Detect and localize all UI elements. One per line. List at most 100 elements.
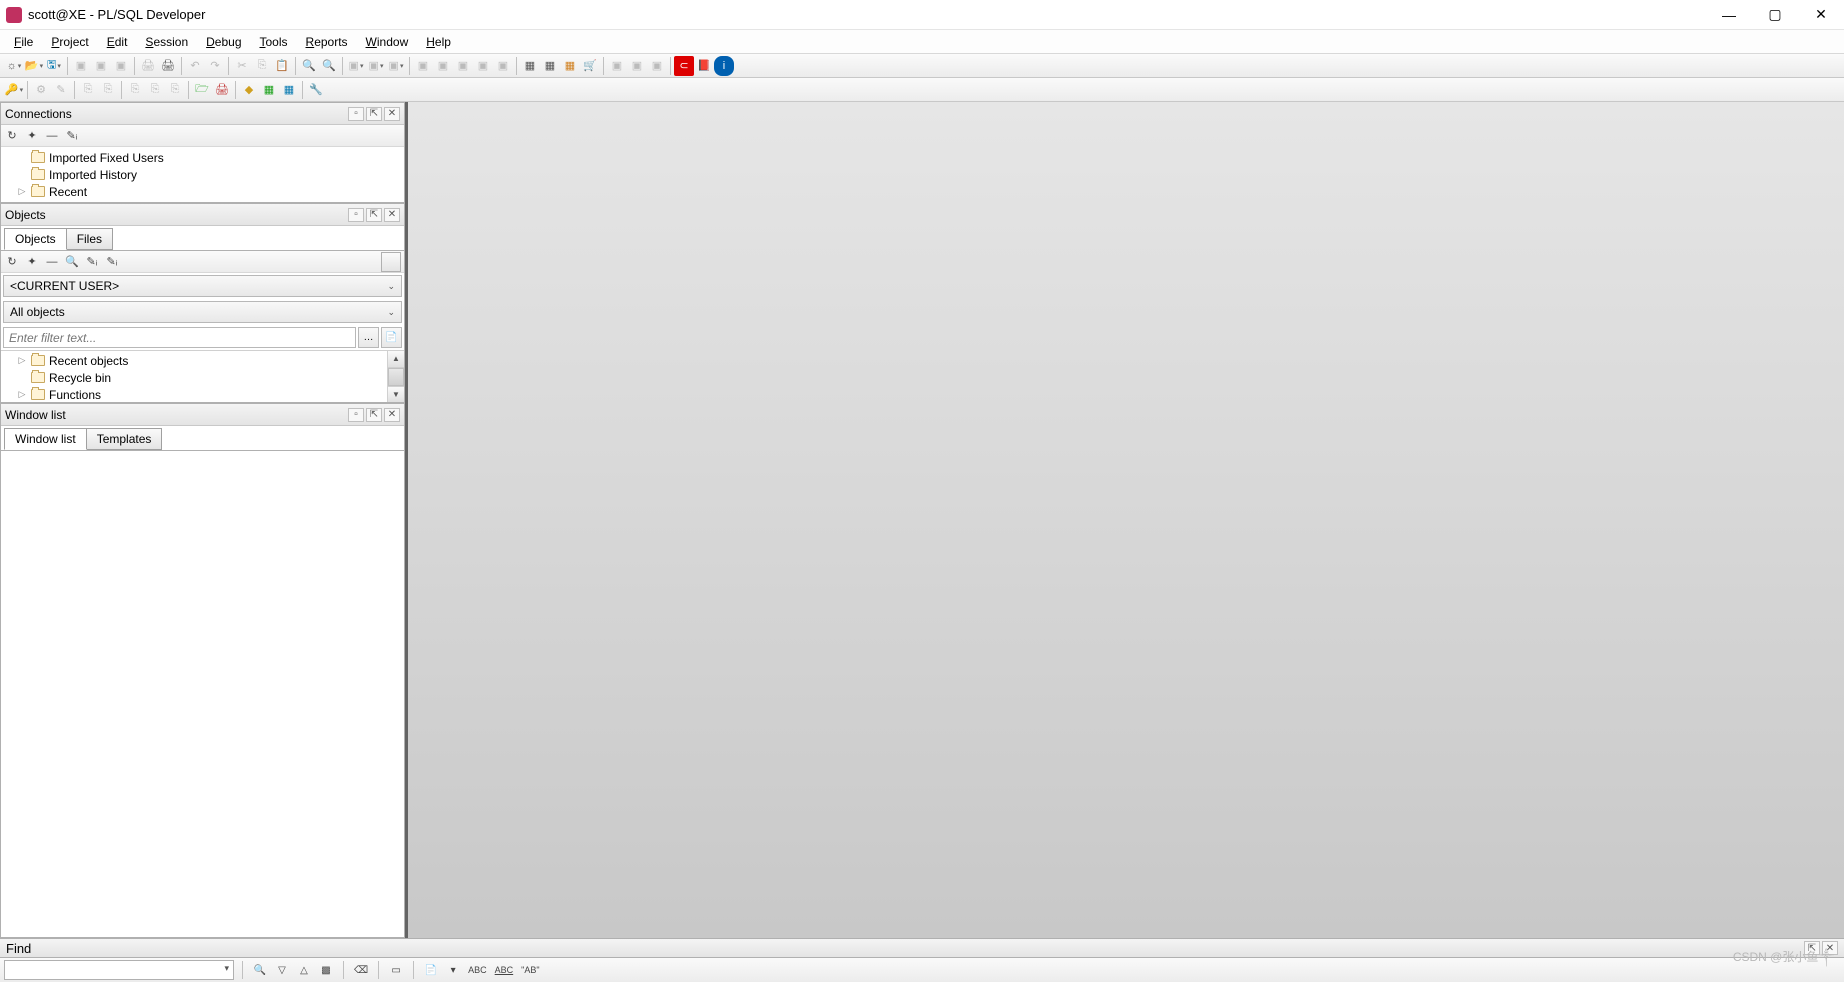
tab-files[interactable]: Files xyxy=(66,228,113,250)
erase-icon[interactable]: ⌫ xyxy=(352,961,370,979)
tb-btn[interactable]: ▣ xyxy=(386,56,406,76)
scrollbar[interactable]: ▲ ▼ xyxy=(387,351,404,402)
find-prev-icon[interactable]: △ xyxy=(295,961,313,979)
tb-btn[interactable]: ⎘ xyxy=(125,80,145,100)
tb-btn[interactable]: ✎ xyxy=(51,80,71,100)
menu-file[interactable]: File xyxy=(6,33,41,51)
open-icon[interactable]: 📂 xyxy=(24,56,44,76)
print-setup-icon[interactable]: 🖨 xyxy=(158,56,178,76)
filter-input[interactable] xyxy=(3,327,356,348)
new-icon[interactable]: ☼ xyxy=(4,56,24,76)
menu-window[interactable]: Window xyxy=(358,33,417,51)
pdf-icon[interactable]: 📕 xyxy=(694,56,714,76)
tb-btn[interactable]: ▣ xyxy=(433,56,453,76)
cut-icon[interactable]: ✂ xyxy=(232,56,252,76)
tree-item[interactable]: ▷Recent xyxy=(3,183,402,200)
remove-icon[interactable]: — xyxy=(44,128,60,144)
tb-btn[interactable]: ▣ xyxy=(647,56,667,76)
window-list-content[interactable] xyxy=(1,451,404,937)
tb-btn[interactable]: ▦ xyxy=(259,80,279,100)
menu-edit[interactable]: Edit xyxy=(99,33,136,51)
panel-restore-icon[interactable]: ▫ xyxy=(348,107,364,121)
menu-reports[interactable]: Reports xyxy=(298,33,356,51)
tb-btn[interactable]: ✎ᵢ xyxy=(104,254,120,270)
abc-icon[interactable]: ABC xyxy=(466,961,489,979)
panel-close-icon[interactable]: ✕ xyxy=(384,107,400,121)
expand-icon[interactable]: ▷ xyxy=(17,186,27,197)
panel-restore-icon[interactable]: ▫ xyxy=(348,408,364,422)
replace-icon[interactable]: 🔍 xyxy=(319,56,339,76)
tb-btn[interactable]: ▣ xyxy=(71,56,91,76)
mdi-area[interactable] xyxy=(408,102,1844,938)
menu-debug[interactable]: Debug xyxy=(198,33,249,51)
find-panel-header[interactable]: Find ⇱ ✕ xyxy=(0,938,1844,958)
tab-window-list[interactable]: Window list xyxy=(4,428,87,450)
tb-btn[interactable]: ▣ xyxy=(473,56,493,76)
tb-btn[interactable]: ▣ xyxy=(493,56,513,76)
add-icon[interactable]: ✦ xyxy=(24,254,40,270)
info-icon[interactable]: i xyxy=(714,56,734,76)
tb-btn[interactable]: ▣ xyxy=(91,56,111,76)
tb-btn[interactable]: ▦ xyxy=(279,80,299,100)
scroll-down-icon[interactable]: ▼ xyxy=(388,386,404,403)
connections-tree[interactable]: Imported Fixed Users Imported History ▷R… xyxy=(1,147,404,202)
tb-btn[interactable]: ▣ xyxy=(366,56,386,76)
scope-combo[interactable]: All objects⌄ xyxy=(3,301,402,323)
print-icon[interactable]: 🖨 xyxy=(138,56,158,76)
tb-btn[interactable]: ▣ xyxy=(453,56,473,76)
key-icon[interactable]: 🔑 xyxy=(4,80,24,100)
scroll-up-icon[interactable]: ▲ xyxy=(388,351,404,368)
panel-pin-icon[interactable]: ⇱ xyxy=(366,107,382,121)
close-button[interactable]: ✕ xyxy=(1798,0,1844,29)
filter-apply-button[interactable]: 📄 xyxy=(381,327,402,348)
tb-btn[interactable]: ◆ xyxy=(239,80,259,100)
scroll-thumb[interactable] xyxy=(388,368,404,386)
tree-item[interactable]: Imported Fixed Users xyxy=(3,149,402,166)
tb-btn[interactable]: ▦ xyxy=(540,56,560,76)
user-combo[interactable]: <CURRENT USER>⌄ xyxy=(3,275,402,297)
find-combo[interactable] xyxy=(4,960,234,980)
tab-objects[interactable]: Objects xyxy=(4,228,67,250)
wrench-icon[interactable]: 🔧 xyxy=(306,80,326,100)
panel-close-icon[interactable]: ✕ xyxy=(384,408,400,422)
execute-icon[interactable]: ⚙ xyxy=(31,80,51,100)
filter-more-button[interactable]: … xyxy=(358,327,379,348)
binoculars-icon[interactable]: 🔍 xyxy=(64,254,80,270)
remove-icon[interactable]: — xyxy=(44,254,60,270)
refresh-icon[interactable]: ↻ xyxy=(4,128,20,144)
tb-btn[interactable]: ⎘ xyxy=(145,80,165,100)
connections-header[interactable]: Connections ▫ ⇱ ✕ xyxy=(1,103,404,125)
tb-btn[interactable]: 🗁 xyxy=(192,80,212,100)
tb-btn[interactable]: 🖨 xyxy=(212,80,232,100)
tb-btn[interactable]: 🛒 xyxy=(580,56,600,76)
find-all-icon[interactable]: ▩ xyxy=(317,961,335,979)
maximize-button[interactable]: ▢ xyxy=(1752,0,1798,29)
ab-quote-icon[interactable]: "AB" xyxy=(519,961,541,979)
tb-btn[interactable]: ⎘ xyxy=(165,80,185,100)
folder-icon[interactable]: ✎ᵢ xyxy=(64,128,80,144)
redo-icon[interactable]: ↷ xyxy=(205,56,225,76)
tb-btn[interactable]: ▣ xyxy=(607,56,627,76)
menu-session[interactable]: Session xyxy=(137,33,196,51)
tb-btn[interactable]: ▦ xyxy=(560,56,580,76)
tree-item[interactable]: Imported History xyxy=(3,166,402,183)
tb-btn[interactable]: ▣ xyxy=(627,56,647,76)
undo-icon[interactable]: ↶ xyxy=(185,56,205,76)
options-button[interactable] xyxy=(381,252,401,272)
find-next-icon[interactable]: ▽ xyxy=(273,961,291,979)
minimize-button[interactable]: — xyxy=(1706,0,1752,29)
panel-pin-icon[interactable]: ⇱ xyxy=(366,408,382,422)
page-icon[interactable]: 📄 xyxy=(422,961,440,979)
tb-btn[interactable]: ▣ xyxy=(413,56,433,76)
tab-templates[interactable]: Templates xyxy=(86,428,163,450)
tb-btn[interactable]: ▦ xyxy=(520,56,540,76)
tb-btn[interactable]: ▣ xyxy=(111,56,131,76)
panel-pin-icon[interactable]: ⇱ xyxy=(1804,941,1820,955)
paste-icon[interactable]: 📋 xyxy=(272,56,292,76)
binoculars-icon[interactable]: 🔍 xyxy=(251,961,269,979)
panel-close-icon[interactable]: ✕ xyxy=(384,208,400,222)
objects-header[interactable]: Objects ▫ ⇱ ✕ xyxy=(1,204,404,226)
menu-project[interactable]: Project xyxy=(43,33,96,51)
refresh-icon[interactable]: ↻ xyxy=(4,254,20,270)
tb-btn[interactable]: ▣ xyxy=(346,56,366,76)
